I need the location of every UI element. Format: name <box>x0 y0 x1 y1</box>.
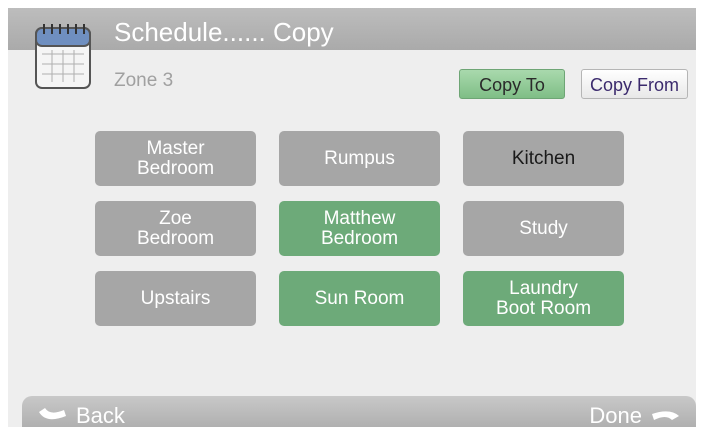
zone-button-study[interactable]: Study <box>463 201 624 256</box>
copy-from-button[interactable]: Copy From <box>581 69 688 99</box>
zone-button-sun-room[interactable]: Sun Room <box>279 271 440 326</box>
back-arrow-icon <box>39 408 66 420</box>
zone-button-laundry-boot-room[interactable]: Laundry Boot Room <box>463 271 624 326</box>
copy-to-button[interactable]: Copy To <box>459 69 565 99</box>
calendar-icon <box>35 24 91 89</box>
zone-button-matthew-bedroom[interactable]: Matthew Bedroom <box>279 201 440 256</box>
zone-button-zoe-bedroom[interactable]: Zoe Bedroom <box>95 201 256 256</box>
done-button[interactable]: Done <box>589 402 682 427</box>
zone-button-upstairs[interactable]: Upstairs <box>95 271 256 326</box>
schedule-copy-screen: Schedule...... Copy Zone 3 Copy To Copy … <box>8 8 696 427</box>
page-title: Schedule...... Copy <box>114 17 334 47</box>
done-label: Done <box>589 403 642 427</box>
header-bar: Schedule...... Copy <box>8 8 696 50</box>
back-label: Back <box>76 403 125 427</box>
zone-button-rumpus[interactable]: Rumpus <box>279 131 440 186</box>
zone-label: Zone 3 <box>114 70 174 91</box>
zone-button-master-bedroom[interactable]: Master Bedroom <box>95 131 256 186</box>
forward-arrow-icon <box>652 411 679 420</box>
footer-bar: Back Done <box>22 396 696 427</box>
back-button[interactable]: Back <box>36 402 125 427</box>
zone-button-kitchen[interactable]: Kitchen <box>463 131 624 186</box>
